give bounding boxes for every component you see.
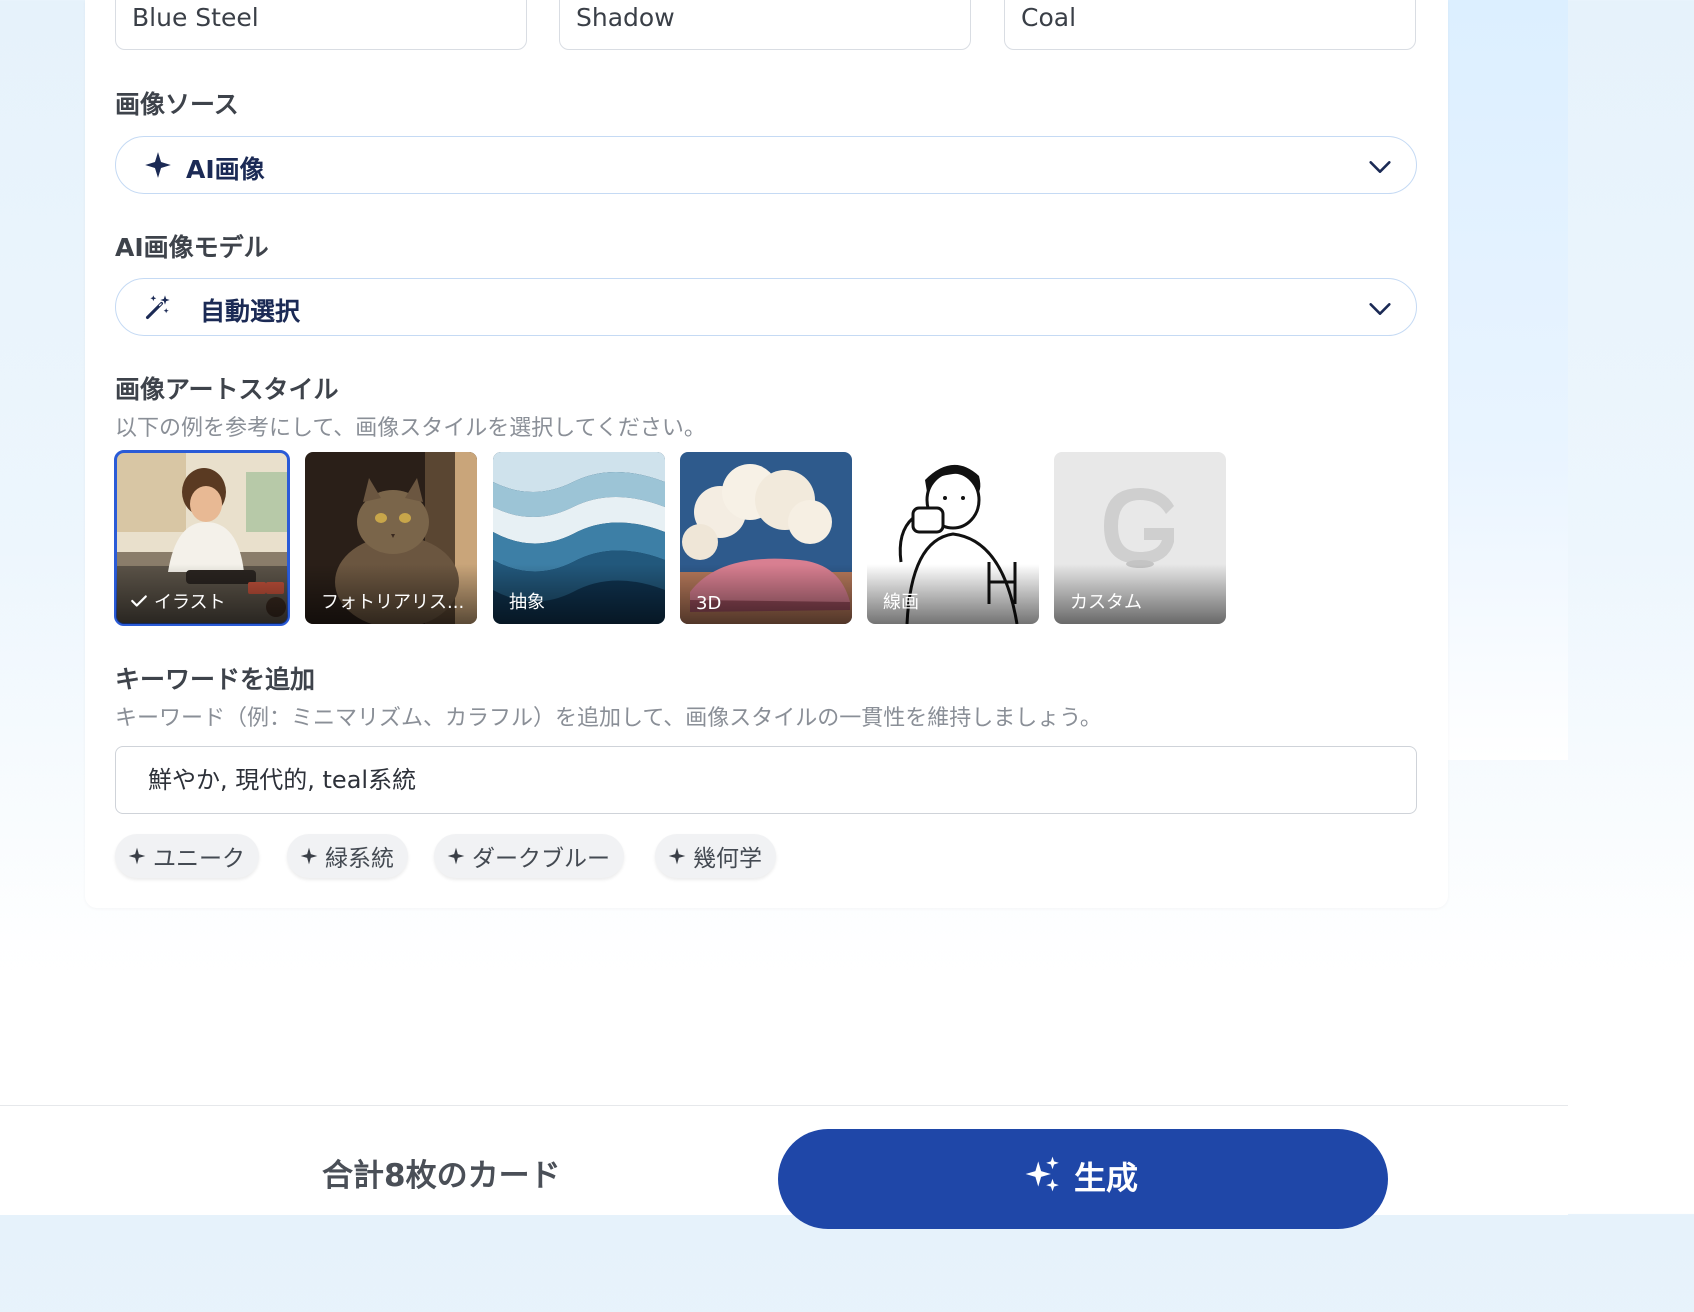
ai-model-value: 自動選択	[200, 297, 301, 326]
keywords-description: キーワード（例：ミニマリズム、カラフル）を追加して、画像スタイルの一貫性を維持し…	[115, 706, 1102, 731]
sparkle-icon	[668, 847, 686, 865]
sparkles-icon	[1025, 1156, 1059, 1192]
image-source-select[interactable]: AI画像	[115, 136, 1417, 194]
keyword-chip-green[interactable]: 緑系統	[287, 834, 408, 878]
ai-model-label: AI画像モデル	[115, 233, 269, 262]
style-option-custom[interactable]: カスタム	[1054, 452, 1226, 624]
chevron-down-icon	[1369, 303, 1391, 315]
generate-button[interactable]: 生成	[778, 1129, 1388, 1229]
sparkle-icon	[300, 847, 318, 865]
style-option-photoreal[interactable]: フォトリアリス...	[305, 452, 477, 624]
chevron-down-icon	[1369, 161, 1391, 173]
magic-wand-icon	[145, 295, 170, 320]
style-label-custom: カスタム	[1070, 592, 1142, 613]
keyword-chip-label: ダークブルー	[472, 846, 610, 872]
sparkle-icon	[447, 847, 465, 865]
color-input-1[interactable]: Blue Steel	[115, 0, 527, 50]
keyword-chip-label: ユニーク	[153, 846, 245, 872]
background-strip	[1448, 0, 1568, 760]
color-input-3-value: Coal	[1021, 3, 1077, 32]
art-style-label: 画像アートスタイル	[115, 375, 339, 404]
style-label-abstract: 抽象	[509, 592, 545, 613]
keyword-chip-label: 緑系統	[325, 846, 394, 872]
style-option-illustration[interactable]: イラスト	[114, 450, 290, 626]
check-icon	[131, 595, 147, 607]
keywords-label: キーワードを追加	[115, 665, 316, 694]
style-label-illustration: イラスト	[154, 592, 226, 613]
image-source-label: 画像ソース	[115, 90, 239, 119]
ai-model-select[interactable]: 自動選択	[115, 278, 1417, 336]
color-input-3[interactable]: Coal	[1004, 0, 1416, 50]
style-option-abstract[interactable]: 抽象	[493, 452, 665, 624]
image-source-value: AI画像	[186, 155, 265, 184]
generate-button-label: 生成	[1074, 1160, 1139, 1196]
art-style-description: 以下の例を参考にして、画像スタイルを選択してください。	[115, 416, 706, 441]
style-option-3d[interactable]: 3D	[680, 452, 852, 624]
keywords-input[interactable]	[146, 762, 1350, 792]
keyword-chip-dark-blue[interactable]: ダークブルー	[434, 834, 624, 878]
color-input-2-value: Shadow	[576, 3, 675, 32]
sparkle-icon	[128, 847, 146, 865]
keyword-chip-unique[interactable]: ユニーク	[115, 834, 259, 878]
keyword-chip-label: 幾何学	[693, 846, 762, 872]
keyword-chip-geometric[interactable]: 幾何学	[655, 834, 776, 878]
card-total-text: 合計8枚のカード	[322, 1158, 561, 1194]
keywords-field[interactable]	[115, 746, 1417, 814]
style-label-photoreal: フォトリアリス...	[321, 592, 465, 613]
color-input-1-value: Blue Steel	[132, 3, 259, 32]
style-label-line-art: 線画	[883, 592, 919, 613]
sparkle-icon	[145, 152, 171, 178]
color-input-2[interactable]: Shadow	[559, 0, 971, 50]
style-option-line-art[interactable]: 線画	[867, 452, 1039, 624]
style-label-3d: 3D	[696, 593, 722, 614]
